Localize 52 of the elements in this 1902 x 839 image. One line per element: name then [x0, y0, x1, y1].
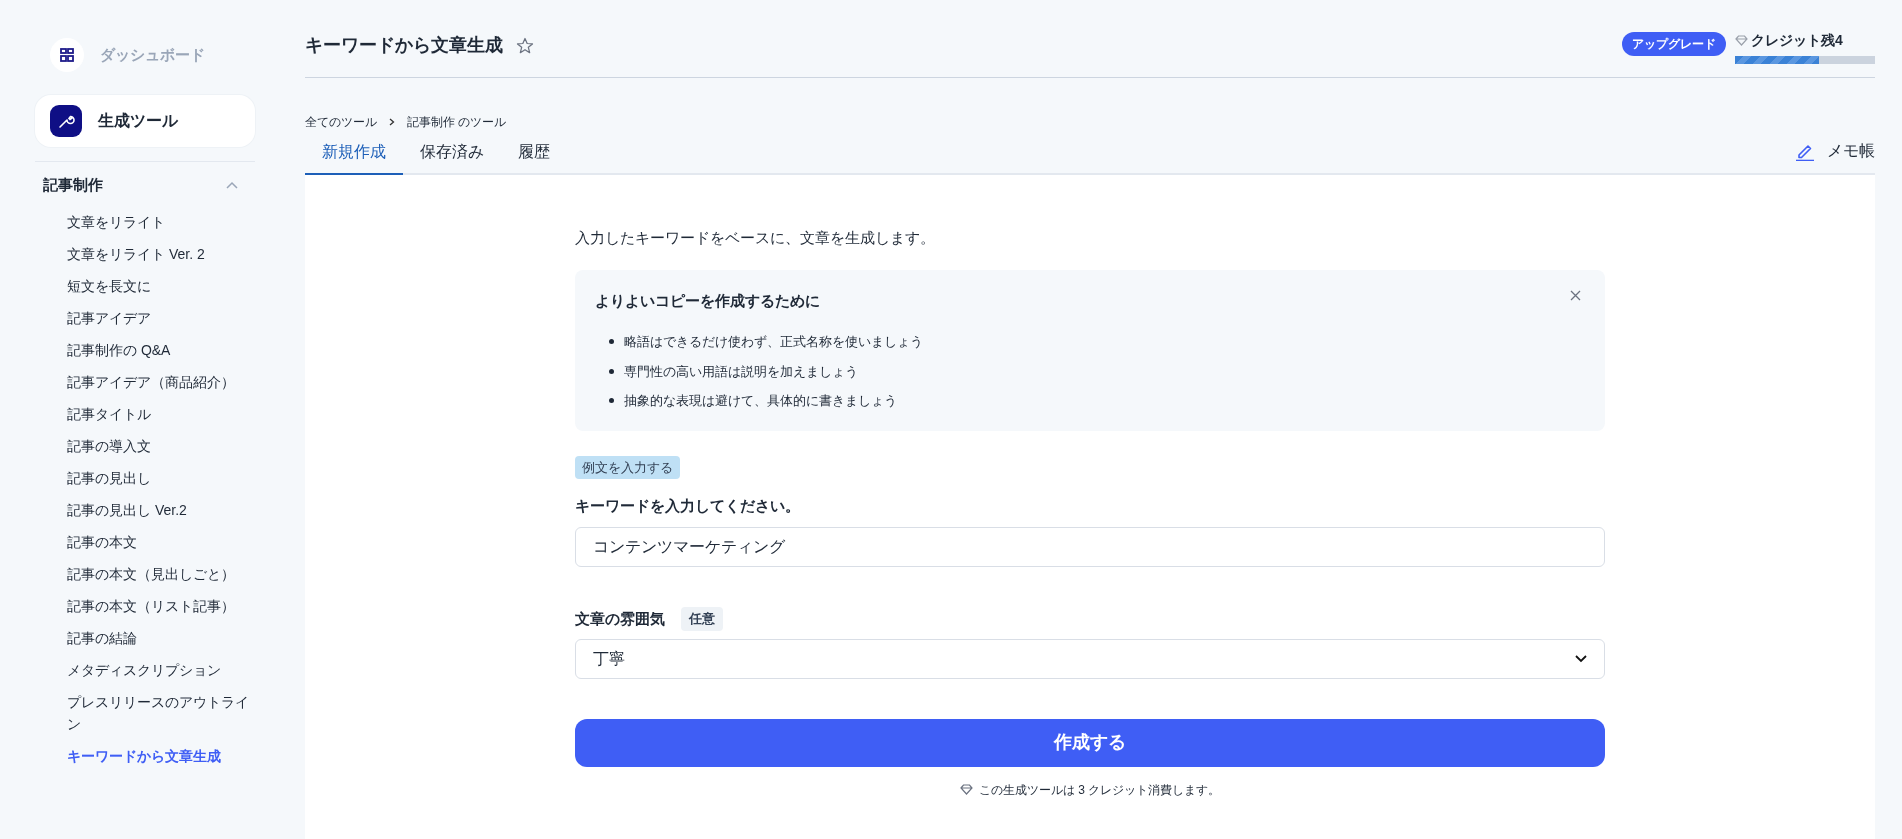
wrench-icon	[50, 105, 82, 137]
tip-text: 抽象的な表現は避けて、具体的に書きましょう	[624, 392, 897, 410]
tab[interactable]: 保存済み	[403, 140, 501, 175]
sidebar-item[interactable]: 記事の導入文	[67, 430, 255, 462]
close-icon[interactable]	[1570, 289, 1581, 301]
bullet-icon	[609, 398, 614, 404]
create-button[interactable]: 作成する	[575, 718, 1605, 767]
memo-button[interactable]: メモ帳	[1795, 139, 1875, 173]
sidebar-item[interactable]: 文章をリライト Ver. 2	[67, 238, 255, 270]
diamond-icon	[1735, 35, 1748, 46]
tools-nav-item[interactable]: 生成ツール	[35, 95, 255, 147]
star-icon[interactable]	[515, 35, 535, 56]
example-button[interactable]: 例文を入力する	[575, 455, 680, 479]
section-header[interactable]: 記事制作	[35, 168, 255, 202]
diamond-icon	[959, 784, 973, 796]
bullet-icon	[609, 339, 614, 345]
bullet-icon	[609, 368, 614, 374]
sidebar-item[interactable]: 文章をリライト	[67, 206, 255, 238]
optional-tag: 任意	[681, 607, 723, 631]
upgrade-button[interactable]: アップグレード	[1622, 32, 1726, 56]
sidebar-item[interactable]: キーワードから文章生成	[67, 740, 255, 772]
dashboard-icon	[50, 38, 84, 72]
breadcrumb-link[interactable]: 記事制作 のツール	[407, 113, 507, 131]
sidebar-item[interactable]: 記事の本文（リスト記事）	[67, 590, 255, 622]
chevron-right-icon	[389, 118, 395, 126]
sidebar-item[interactable]: プレスリリースのアウトライン	[67, 686, 255, 740]
sidebar-item[interactable]: 記事の見出し	[67, 462, 255, 494]
tone-label: 文章の雰囲気	[575, 608, 665, 629]
chevron-down-icon	[1575, 654, 1587, 663]
keyword-label: キーワードを入力してください。	[575, 495, 801, 516]
tips-title: よりよいコピーを作成するために	[595, 290, 820, 311]
sidebar-item[interactable]: 記事タイトル	[67, 398, 255, 430]
page-title: キーワードから文章生成	[305, 34, 503, 57]
tip-text: 専門性の高い用語は説明を加えましょう	[624, 362, 858, 381]
sidebar-item[interactable]: 記事アイデア	[67, 302, 255, 334]
sidebar-item[interactable]: 短文を長文に	[67, 270, 255, 302]
credit-cost-note: この生成ツールは 3 クレジット消費します。	[978, 781, 1221, 799]
sidebar-item[interactable]: 記事制作の Q&A	[67, 334, 255, 366]
credit-balance: クレジット残4	[1751, 31, 1843, 50]
sidebar-item[interactable]: 記事アイデア（商品紹介）	[67, 366, 255, 398]
sidebar-item[interactable]: 記事の見出し Ver.2	[67, 494, 255, 526]
sidebar-item[interactable]: 記事の本文	[67, 526, 255, 558]
description-text: 入力したキーワードをベースに、文章を生成します。	[575, 228, 936, 248]
chevron-up-icon	[226, 181, 238, 189]
breadcrumb-link[interactable]: 全てのツール	[305, 113, 377, 131]
tip-text: 略語はできるだけ使わず、正式名称を使いましょう	[624, 333, 923, 351]
tab[interactable]: 履歴	[501, 140, 567, 175]
tone-select[interactable]: 丁寧	[575, 638, 1605, 679]
sidebar-item[interactable]: メタディスクリプション	[67, 654, 255, 686]
keyword-input[interactable]: コンテンツマーケティング	[575, 527, 1605, 568]
sidebar-item[interactable]: 記事の本文（見出しごと）	[67, 558, 255, 590]
sidebar-item[interactable]: 記事の結論	[67, 622, 255, 654]
